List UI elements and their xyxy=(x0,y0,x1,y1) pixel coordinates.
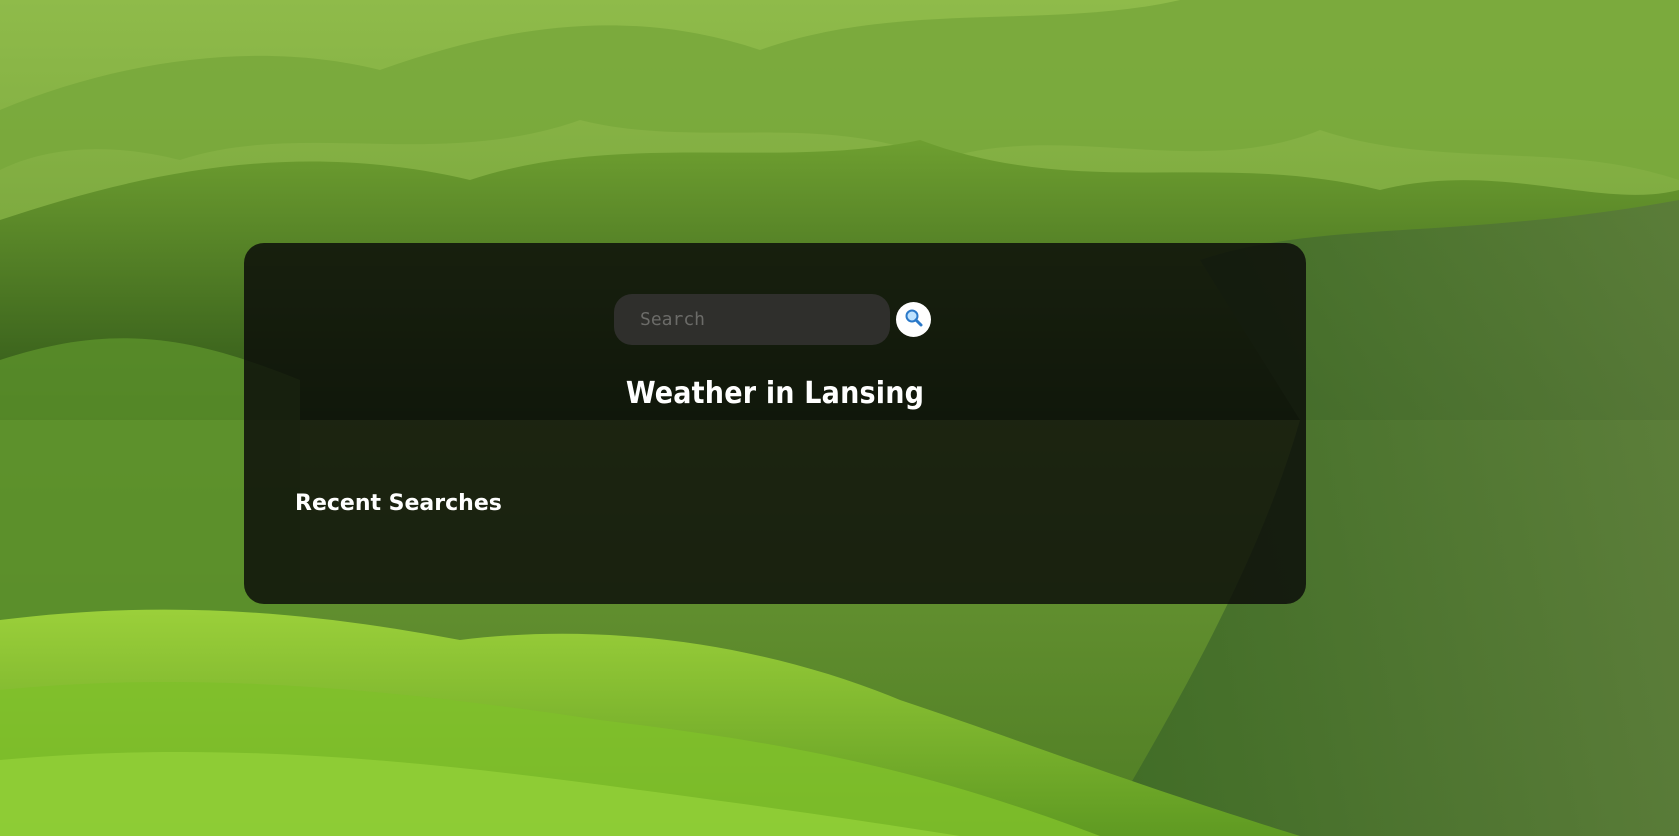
search-button[interactable] xyxy=(896,302,931,337)
weather-heading: Weather in Lansing xyxy=(625,376,925,411)
magnifying-glass-icon xyxy=(904,308,924,331)
weather-card: Weather in Lansing Recent Searches xyxy=(244,243,1306,604)
search-bar xyxy=(614,294,931,345)
recent-searches-heading: Recent Searches xyxy=(295,491,502,516)
search-input[interactable] xyxy=(614,294,890,345)
